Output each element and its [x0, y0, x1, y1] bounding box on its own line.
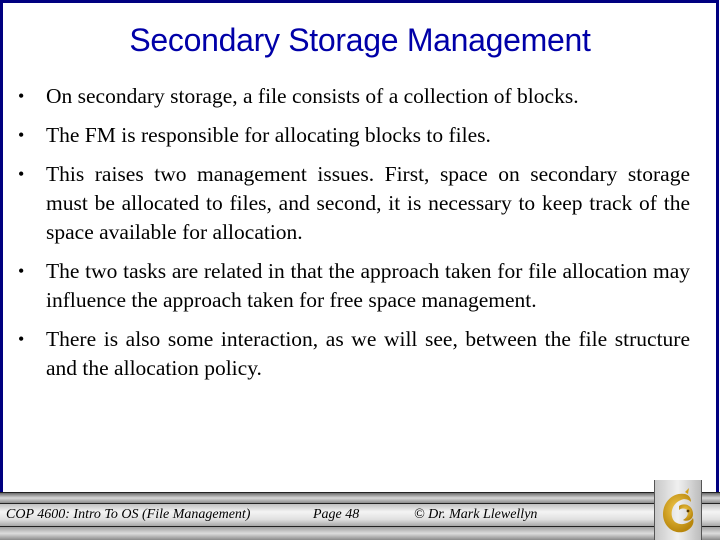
bullet-icon: • — [18, 261, 25, 281]
footer-bar-bottom — [0, 527, 720, 540]
bullet-icon: • — [18, 164, 25, 184]
footer-bar-top — [0, 492, 720, 503]
bullet-text: On secondary storage, a file consists of… — [46, 84, 579, 108]
bullet-icon: • — [18, 125, 25, 145]
slide-footer: COP 4600: Intro To OS (File Management) … — [0, 480, 720, 540]
bullet-text: There is also some interaction, as we wi… — [46, 327, 690, 380]
footer-author: © Dr. Mark Llewellyn — [414, 507, 538, 522]
footer-page-number: Page 48 — [313, 507, 360, 522]
bullet-icon: • — [18, 329, 25, 349]
bullet-item: • There is also some interaction, as we w… — [18, 325, 690, 383]
ucf-pegasus-logo-icon — [663, 488, 694, 533]
slide-title: Secondary Storage Management — [129, 22, 591, 58]
bullet-item: • The two tasks are related in that the a… — [18, 257, 690, 315]
footer-course: COP 4600: Intro To OS (File Management) — [6, 507, 251, 522]
logo-box — [654, 480, 702, 540]
bullet-item: • The FM is responsible for allocating bl… — [18, 121, 690, 150]
bullet-text: The FM is responsible for allocating blo… — [46, 123, 491, 147]
bullet-item: • On secondary storage, a file consists o… — [18, 82, 690, 111]
bullet-item: • This raises two management issues. Firs… — [18, 160, 690, 247]
bullet-list: • On secondary storage, a file consists o… — [18, 82, 690, 393]
bullet-text: This raises two management issues. First… — [46, 162, 690, 244]
bullet-icon: • — [18, 86, 25, 106]
bullet-text: The two tasks are related in that the ap… — [46, 259, 690, 312]
